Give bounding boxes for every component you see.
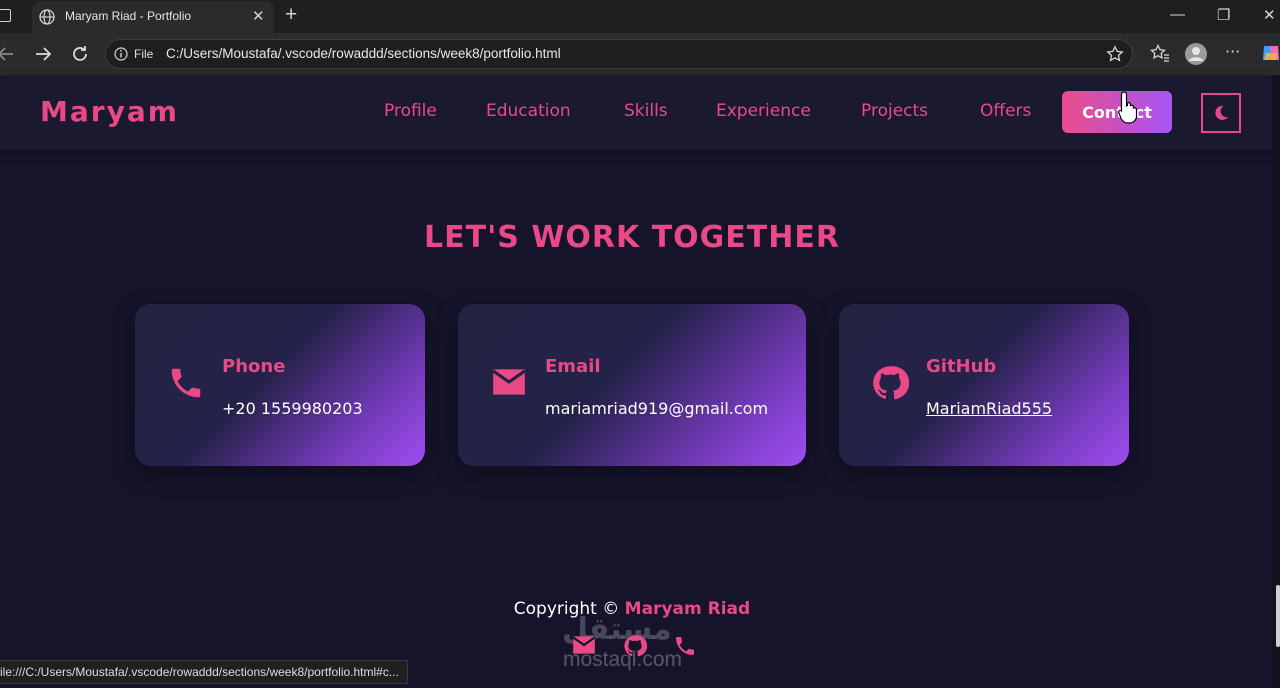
copilot-icon[interactable] <box>1260 42 1280 64</box>
site-header: Maryam Profile Education Skills Experien… <box>0 75 1272 150</box>
email-address[interactable]: mariamriad919@gmail.com <box>545 399 768 418</box>
restore-icon[interactable]: ❐ <box>1217 6 1230 24</box>
contact-card-github: GitHub MariamRiad555 <box>839 304 1129 466</box>
more-options-icon[interactable]: ··· <box>1225 42 1240 61</box>
site-logo[interactable]: Maryam <box>40 95 179 128</box>
phone-icon[interactable] <box>673 634 697 658</box>
envelope-icon <box>492 369 526 395</box>
browser-toolbar: File C:/Users/Moustafa/.vscode/rowaddd/s… <box>0 33 1280 75</box>
link-status-bar: ile:///C:/Users/Moustafa/.vscode/rowaddd… <box>0 660 408 684</box>
github-link[interactable]: MariamRiad555 <box>926 399 1052 418</box>
phone-icon <box>171 368 201 398</box>
favorites-icon[interactable] <box>1150 43 1170 63</box>
browser-tab[interactable]: Maryam Riad - Portfolio ✕ <box>32 1 274 33</box>
address-bar[interactable]: File C:/Users/Moustafa/.vscode/rowaddd/s… <box>105 39 1133 69</box>
close-window-icon[interactable]: ✕ <box>1263 6 1276 24</box>
minimize-icon[interactable]: — <box>1170 6 1185 23</box>
moon-icon <box>1215 105 1228 120</box>
mouse-cursor-icon <box>1118 91 1138 124</box>
footer-social-icons <box>571 634 697 658</box>
theme-toggle-button[interactable] <box>1201 93 1241 133</box>
globe-icon <box>39 9 55 25</box>
contact-card-label: Phone <box>222 356 286 377</box>
sidebar-toggle-icon[interactable] <box>0 9 11 22</box>
reload-icon[interactable] <box>70 44 90 64</box>
address-scheme-label: File <box>134 47 154 61</box>
contact-card-label: GitHub <box>926 356 997 377</box>
address-url[interactable]: C:/Users/Moustafa/.vscode/rowaddd/sectio… <box>166 46 561 61</box>
favorite-star-icon[interactable] <box>1106 45 1124 63</box>
new-tab-icon[interactable]: + <box>285 3 297 27</box>
info-icon[interactable] <box>114 47 128 61</box>
nav-link-experience[interactable]: Experience <box>716 101 811 121</box>
nav-link-projects[interactable]: Projects <box>861 101 928 121</box>
phone-number: +20 1559980203 <box>222 399 363 418</box>
forward-icon[interactable] <box>33 44 53 64</box>
page-scrollbar-thumb[interactable] <box>1276 585 1280 647</box>
github-icon <box>873 366 909 400</box>
contact-card-email: Email mariamriad919@gmail.com <box>458 304 806 466</box>
section-title: LET'S WORK TOGETHER <box>424 220 840 255</box>
envelope-icon[interactable] <box>571 634 597 656</box>
nav-link-skills[interactable]: Skills <box>624 101 668 121</box>
github-icon[interactable] <box>623 634 647 658</box>
back-icon[interactable] <box>0 44 16 64</box>
contact-card-phone: Phone +20 1559980203 <box>135 304 425 466</box>
nav-link-profile[interactable]: Profile <box>384 101 437 121</box>
browser-tab-bar: Maryam Riad - Portfolio ✕ + — ❐ ✕ <box>0 0 1280 33</box>
nav-link-offers[interactable]: Offers <box>980 101 1031 121</box>
tab-close-icon[interactable]: ✕ <box>252 7 265 25</box>
profile-avatar-icon[interactable] <box>1184 42 1208 66</box>
contact-card-label: Email <box>545 356 601 377</box>
nav-link-education[interactable]: Education <box>486 101 571 121</box>
contact-button[interactable]: Contact <box>1062 91 1172 133</box>
tab-title: Maryam Riad - Portfolio <box>65 9 192 23</box>
